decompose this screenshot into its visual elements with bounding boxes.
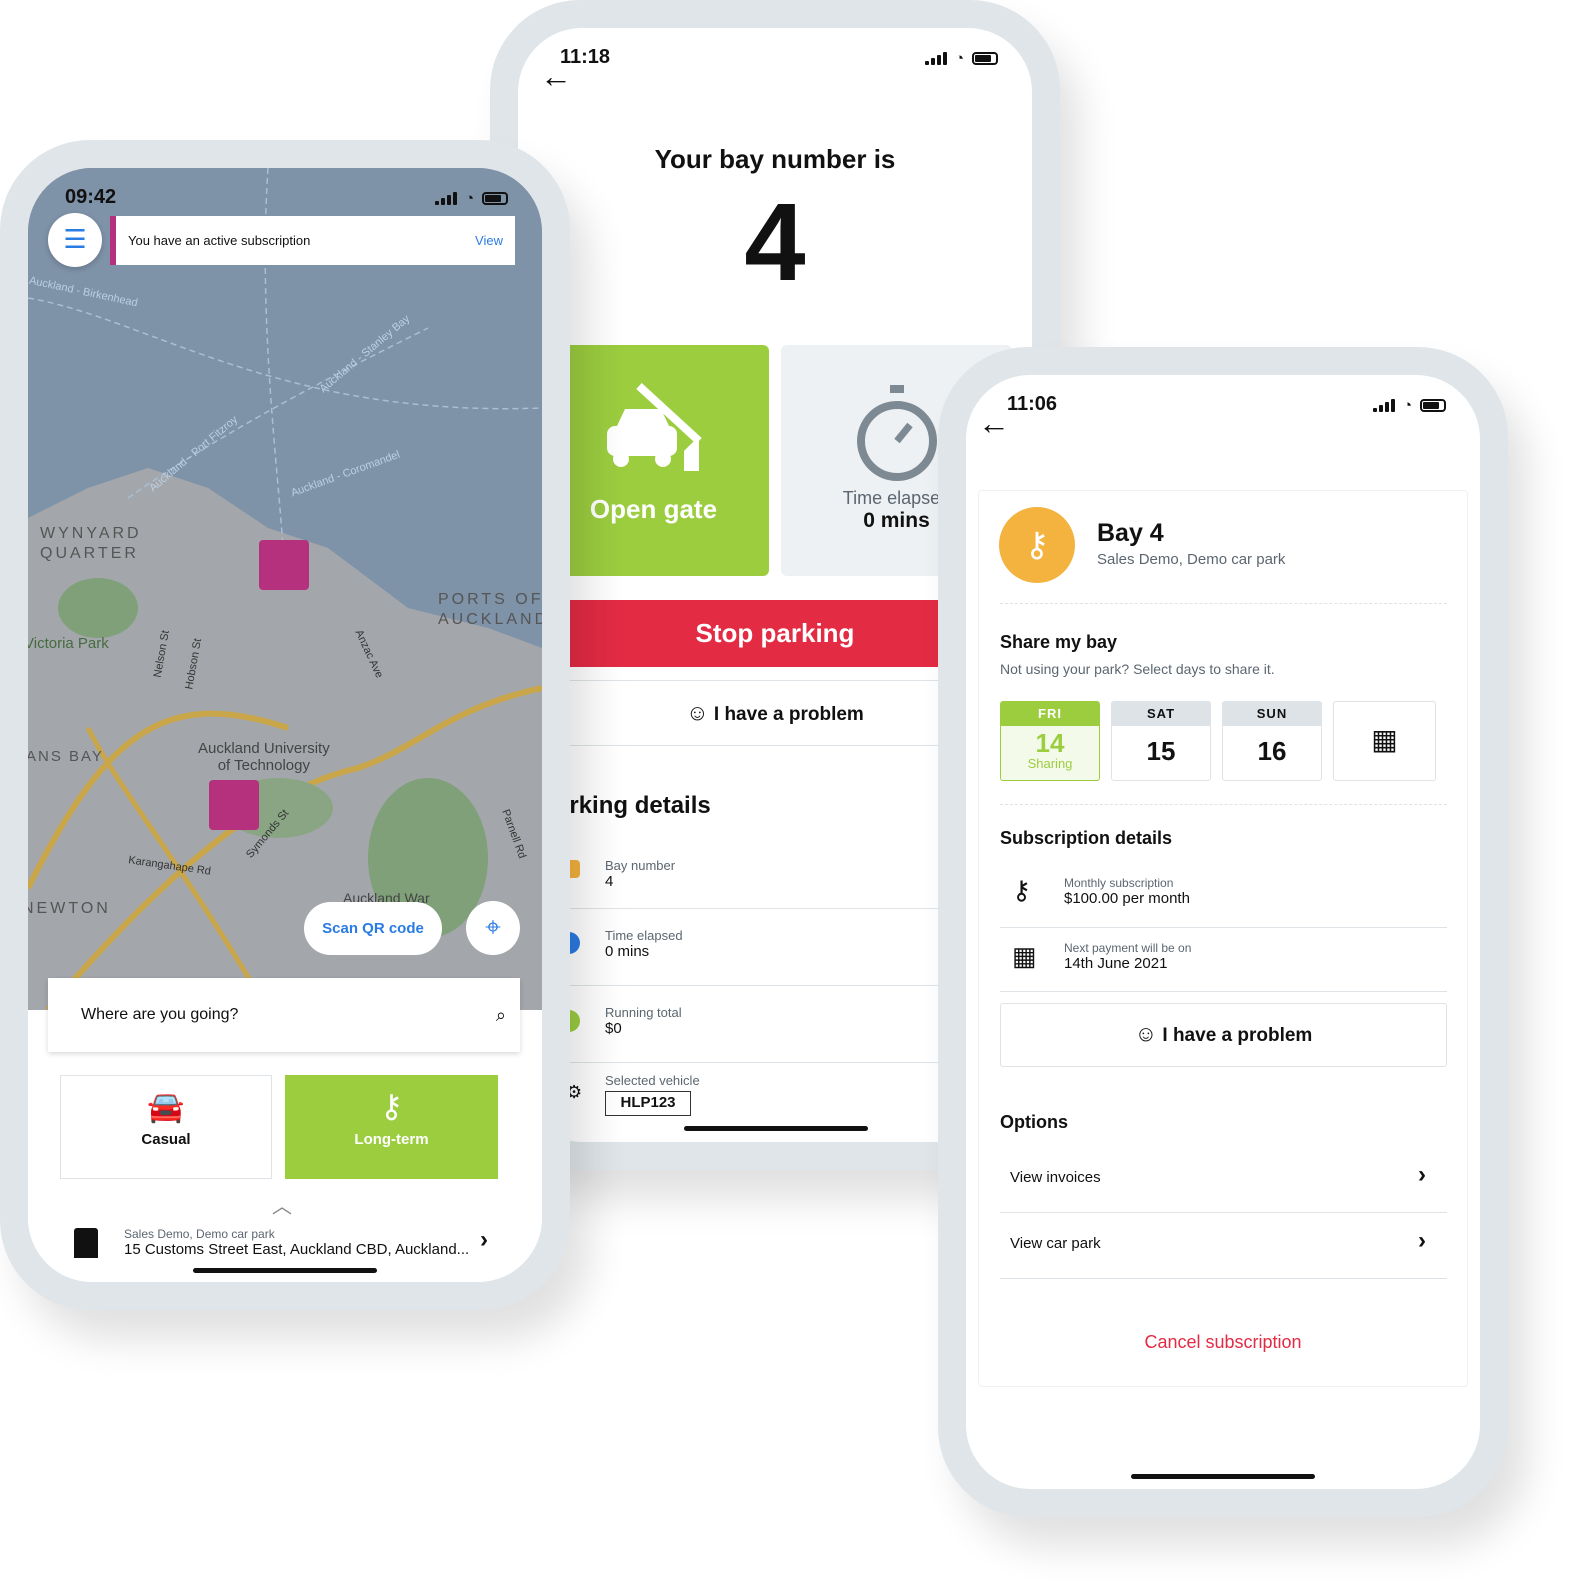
day-fri[interactable]: FRI 14 Sharing bbox=[1000, 701, 1100, 781]
status-time: 11:06 bbox=[1007, 393, 1058, 415]
map-label: PORTS OF AUCKLAND bbox=[438, 591, 542, 628]
wifi-icon: ◔ bbox=[954, 50, 964, 67]
bay-number: 4 bbox=[744, 181, 806, 304]
signal-icon bbox=[1372, 399, 1395, 412]
scan-qr-button[interactable]: Scan QR code bbox=[304, 902, 442, 955]
long-term-button[interactable]: ⚷ Long-term bbox=[285, 1075, 498, 1179]
calendar-icon: ▦ bbox=[1371, 724, 1398, 755]
status-icons: ◔ bbox=[924, 50, 998, 67]
subscription-screen: 11:06 ← ◔ ⚷ Bay 4 Sales Demo, Demo car p… bbox=[966, 375, 1480, 1489]
view-car-park-link[interactable]: View car park bbox=[1010, 1235, 1101, 1252]
locate-button[interactable]: ⌖ bbox=[466, 901, 520, 955]
map-phone: WYNYARD QUARTER PORTS OF AUCKLAND Victoria… bbox=[0, 140, 570, 1310]
status-time: 09:42 bbox=[65, 186, 117, 208]
detail-row: Selected vehicle HLP123 bbox=[605, 1073, 700, 1116]
open-gate-label: Open gate bbox=[589, 494, 718, 524]
map-label: WYNYARD QUARTER bbox=[40, 525, 142, 562]
chevron-right-icon[interactable]: › bbox=[480, 1226, 488, 1254]
subscription-banner: You have an active subscription View bbox=[110, 216, 515, 265]
casual-button[interactable]: 🚘 Casual bbox=[60, 1075, 272, 1179]
problem-button[interactable]: ☺ I have a problem bbox=[1000, 1003, 1447, 1067]
map-label: ANS BAY bbox=[28, 748, 104, 765]
chevron-right-icon[interactable]: › bbox=[1418, 1161, 1426, 1189]
map-label: Victoria Park bbox=[28, 635, 109, 652]
long-term-label: Long-term bbox=[354, 1131, 429, 1148]
day-sat[interactable]: SAT 15 bbox=[1111, 701, 1211, 781]
battery-icon bbox=[1420, 399, 1446, 412]
search-icon: ⌕ bbox=[495, 1004, 506, 1025]
subscription-card bbox=[978, 490, 1468, 1387]
home-indicator bbox=[684, 1126, 868, 1131]
search-placeholder: Where are you going? bbox=[81, 1006, 239, 1023]
detail-row: Bay number 4 bbox=[605, 858, 676, 890]
bay-title: Bay 4 bbox=[1097, 519, 1164, 547]
problem-label: I have a problem bbox=[713, 704, 864, 725]
options-title: Options bbox=[1000, 1112, 1068, 1132]
share-title: Share my bay bbox=[1000, 632, 1118, 652]
map-label: NEWTON bbox=[28, 900, 111, 917]
car-park-marker[interactable] bbox=[209, 780, 259, 830]
bay-title: Your bay number is bbox=[654, 144, 896, 174]
wifi-icon: ◔ bbox=[1402, 397, 1412, 414]
search-input[interactable]: Where are you going? ⌕ bbox=[48, 978, 520, 1052]
sub-row: Next payment will be on 14th June 2021 bbox=[1064, 941, 1192, 972]
car-park-name: Sales Demo, Demo car park bbox=[1097, 551, 1286, 568]
map-screen: WYNYARD QUARTER PORTS OF AUCKLAND Victoria… bbox=[28, 168, 542, 1282]
battery-icon bbox=[972, 52, 998, 65]
status-icons: ◔ bbox=[434, 190, 508, 207]
chevron-up-icon[interactable]: ︿ bbox=[272, 1190, 292, 1219]
cancel-subscription-link[interactable]: Cancel subscription bbox=[966, 1332, 1480, 1353]
calendar-icon: ▦ bbox=[1012, 941, 1037, 971]
banner-text: You have an active subscription bbox=[128, 233, 311, 248]
open-gate-button[interactable]: Open gate bbox=[538, 345, 769, 576]
subscription-phone: 11:06 ← ◔ ⚷ Bay 4 Sales Demo, Demo car p… bbox=[938, 347, 1508, 1517]
day-sun[interactable]: SUN 16 bbox=[1222, 701, 1322, 781]
car-park-item[interactable]: Sales Demo, Demo car park 15 Customs Stre… bbox=[124, 1227, 469, 1258]
share-subtitle: Not using your park? Select days to shar… bbox=[1000, 661, 1275, 677]
calendar-button[interactable]: ▦ bbox=[1333, 701, 1436, 781]
sub-row: Monthly subscription $100.00 per month bbox=[1064, 876, 1190, 907]
view-invoices-link[interactable]: View invoices bbox=[1010, 1169, 1101, 1186]
crosshair-icon: ⌖ bbox=[485, 911, 501, 942]
menu-button[interactable]: ☰ bbox=[48, 213, 102, 267]
problem-label: I have a problem bbox=[1162, 1025, 1313, 1046]
banner-view-link[interactable]: View bbox=[475, 233, 503, 248]
subscription-title: Subscription details bbox=[1000, 828, 1173, 848]
key-icon: ⚷ bbox=[1012, 875, 1032, 905]
signal-icon bbox=[924, 52, 947, 65]
status-icons: ◔ bbox=[1372, 397, 1446, 414]
building-icon bbox=[74, 1228, 98, 1258]
map-label: Auckland University of Technology bbox=[198, 740, 330, 774]
stopwatch-icon bbox=[856, 385, 937, 481]
car-icon: 🚘 bbox=[147, 1091, 185, 1124]
wifi-icon: ◔ bbox=[464, 190, 474, 207]
detail-row: Time elapsed 0 mins bbox=[605, 928, 683, 960]
vehicle-plate[interactable]: HLP123 bbox=[605, 1091, 691, 1116]
casual-label: Casual bbox=[141, 1131, 191, 1148]
car-park-marker[interactable] bbox=[259, 540, 309, 590]
signal-icon bbox=[434, 192, 457, 205]
headset-icon: ☺ bbox=[686, 700, 709, 725]
home-indicator bbox=[1131, 1474, 1315, 1479]
home-indicator bbox=[193, 1268, 377, 1273]
back-arrow-icon[interactable]: ← bbox=[978, 405, 1010, 442]
back-arrow-icon[interactable]: ← bbox=[540, 58, 572, 95]
battery-icon bbox=[482, 192, 508, 205]
gate-car-icon bbox=[606, 383, 702, 471]
headset-icon: ☺ bbox=[1134, 1021, 1158, 1046]
key-icon: ⚷ bbox=[999, 507, 1075, 583]
key-icon: ⚷ bbox=[379, 1088, 404, 1124]
menu-icon: ☰ bbox=[63, 224, 87, 254]
detail-row: Running total $0 bbox=[605, 1005, 682, 1037]
chevron-right-icon[interactable]: › bbox=[1418, 1227, 1426, 1255]
